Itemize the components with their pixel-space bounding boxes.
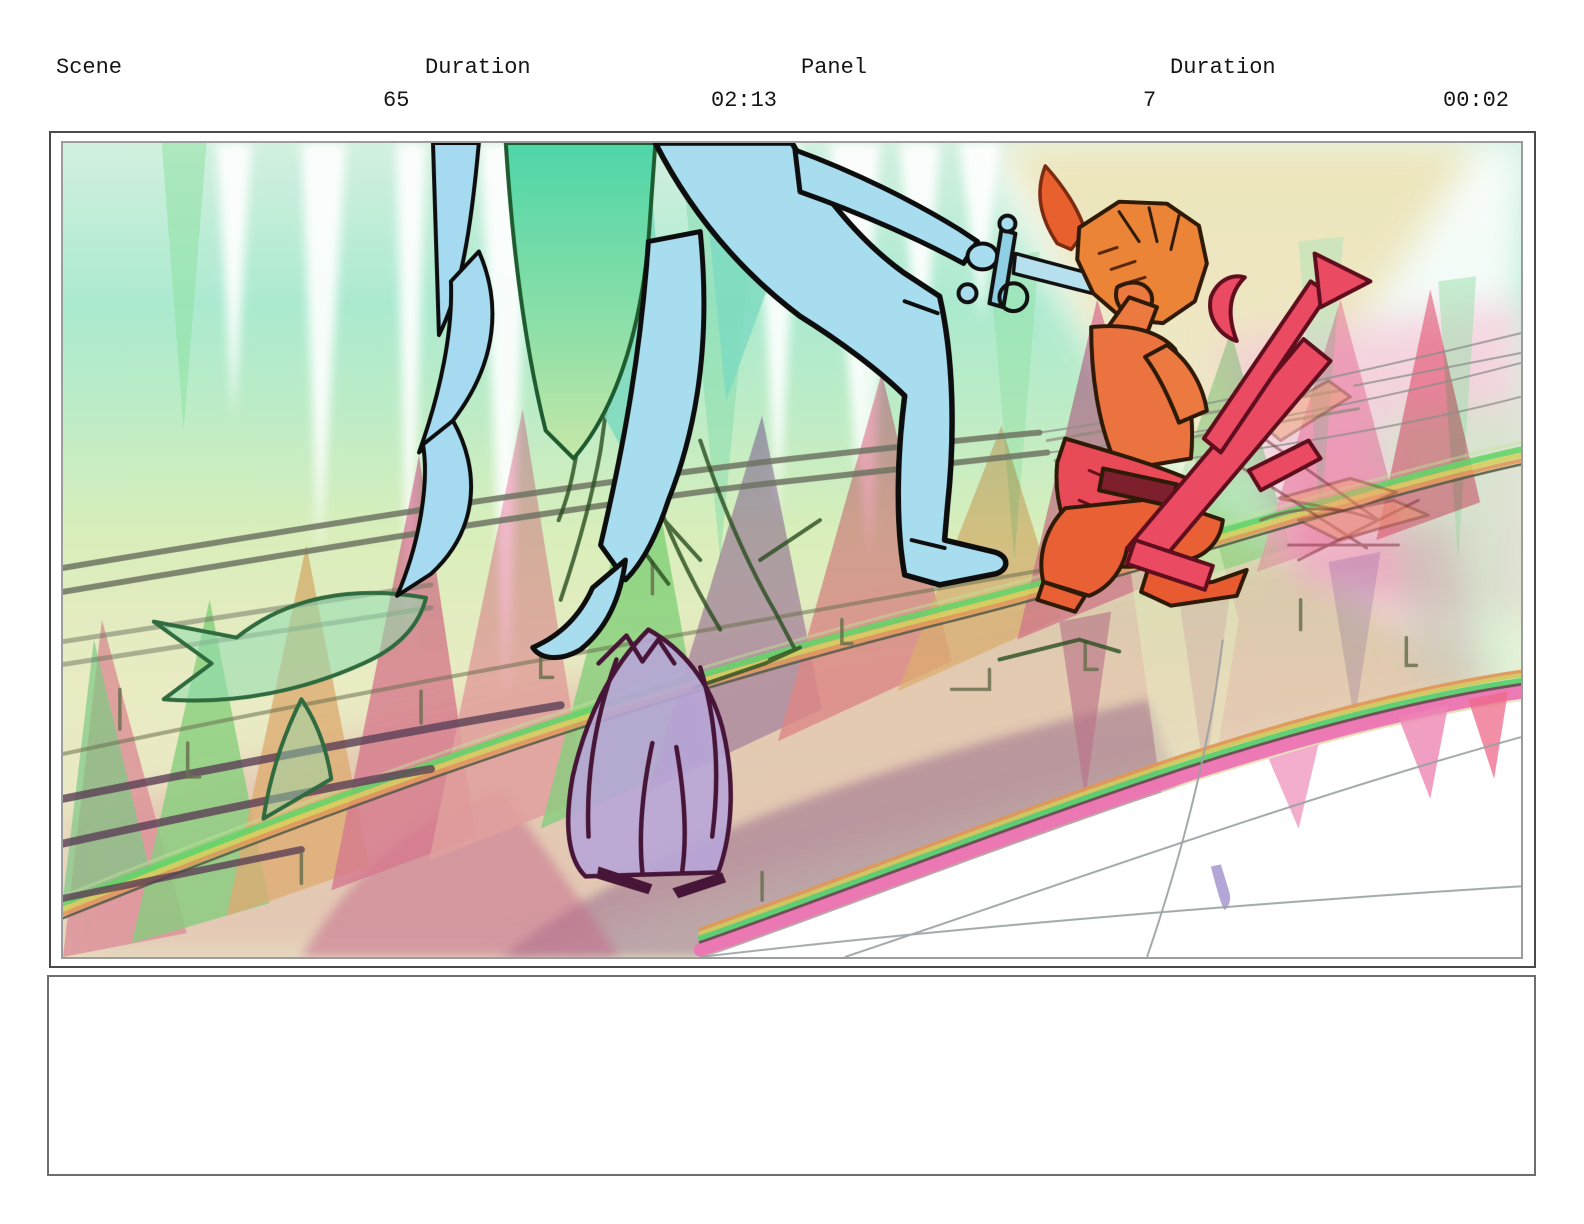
scene-label: Scene [56, 55, 123, 80]
duration-label-2: Duration [1170, 55, 1276, 80]
panel-value: 7 [1143, 88, 1157, 113]
duration-value: 02:13 [711, 88, 778, 113]
panel-label: Panel [801, 55, 868, 80]
duration-value-2: 00:02 [1443, 88, 1510, 113]
duration-label: Duration [425, 55, 531, 80]
storyboard-panel-frame [49, 131, 1536, 968]
scene-value: 65 [383, 88, 410, 113]
caption-box [47, 975, 1536, 1176]
storyboard-artwork [63, 143, 1521, 957]
storyboard-panel-inner-frame [61, 141, 1523, 959]
